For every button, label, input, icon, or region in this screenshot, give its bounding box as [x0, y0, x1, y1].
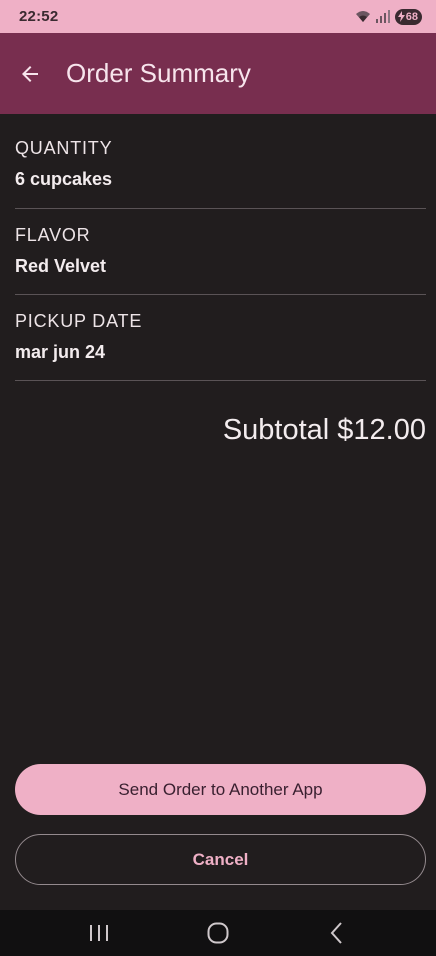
quantity-value: 6 cupcakes: [15, 169, 113, 189]
page-title: Order Summary: [66, 58, 251, 88]
pickup-date-value: mar jun 24: [15, 342, 106, 362]
battery-level: 68: [405, 10, 418, 23]
signal-icon: [375, 10, 390, 23]
flavor-label: FLAVOR: [15, 225, 91, 245]
recent-apps-icon: [90, 925, 109, 941]
status-icons: 68: [355, 8, 422, 25]
app-bar: Order Summary: [0, 33, 436, 114]
status-bar: 22:52 68: [0, 0, 436, 33]
send-order-button[interactable]: Send Order to Another App: [15, 764, 426, 815]
system-nav-bar: [0, 910, 436, 956]
chevron-left-icon: [330, 922, 342, 944]
arrow-back-icon: [22, 65, 38, 82]
quantity-section: QUANTITY 6 cupcakes: [15, 114, 426, 209]
wifi-icon: [355, 11, 370, 22]
battery-indicator: 68: [394, 8, 422, 25]
pickup-date-label: PICKUP DATE: [15, 311, 143, 331]
flavor-value: Red Velvet: [15, 256, 107, 276]
quantity-label: QUANTITY: [15, 138, 113, 158]
home-icon: [207, 922, 229, 944]
home-button[interactable]: [188, 913, 248, 953]
status-time: 22:52: [19, 8, 59, 25]
charging-bolt-icon: [397, 11, 405, 22]
subtotal-text: Subtotal $12.00: [222, 414, 426, 446]
order-summary-list: QUANTITY 6 cupcakes FLAVOR Red Velvet PI…: [15, 114, 426, 381]
recent-apps-button[interactable]: [69, 913, 129, 953]
flavor-section: FLAVOR Red Velvet: [15, 209, 426, 295]
back-button[interactable]: [0, 44, 60, 104]
pickup-date-section: PICKUP DATE mar jun 24: [15, 295, 426, 381]
back-nav-button[interactable]: [307, 913, 367, 953]
cancel-button[interactable]: Cancel: [15, 834, 426, 885]
